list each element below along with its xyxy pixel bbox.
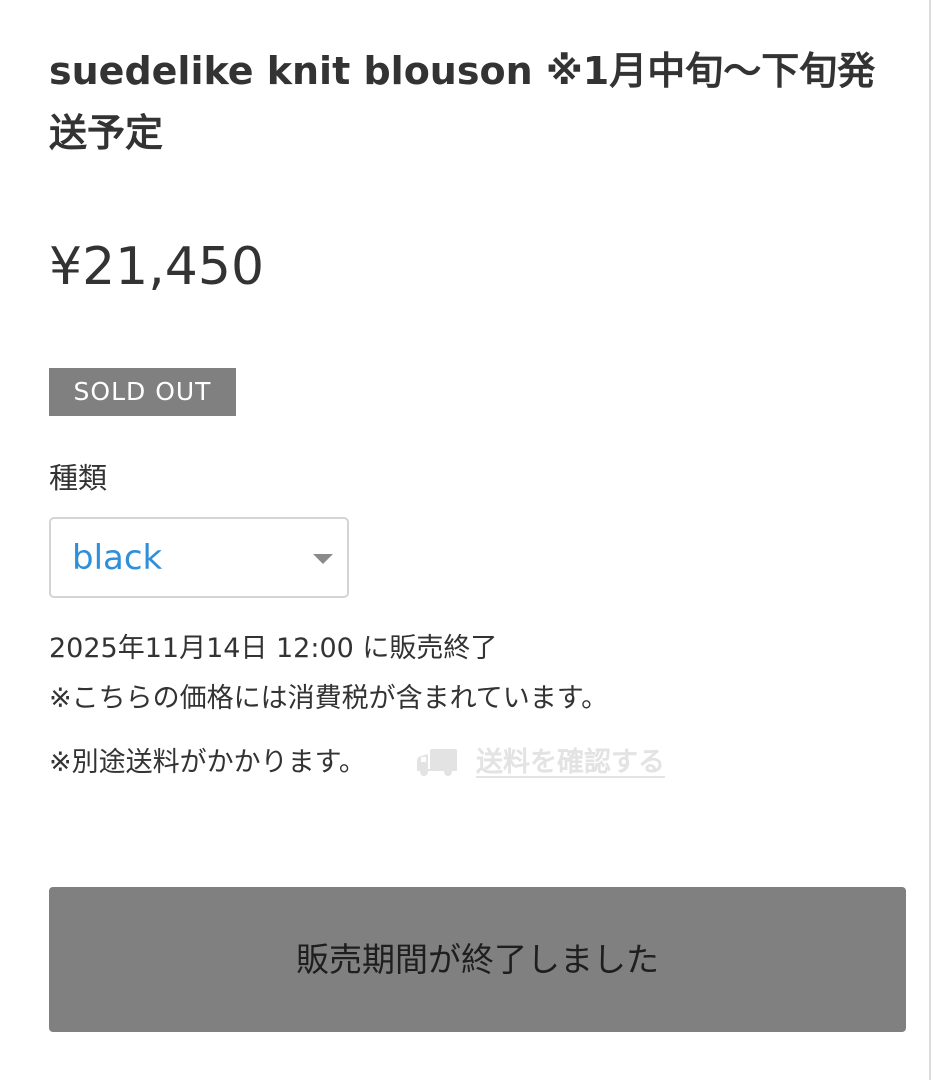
sale-ended-button[interactable]: 販売期間が終了しました	[49, 887, 906, 1032]
shipping-fee-link[interactable]: 送料を確認する	[476, 743, 665, 783]
variant-select[interactable]: black	[49, 517, 349, 598]
product-price: ¥21,450	[49, 237, 265, 297]
sale-end-date: 2025年11月14日 12:00 に販売終了	[49, 633, 498, 664]
shipping-note: ※別途送料がかかります。	[49, 747, 366, 778]
sold-out-badge: SOLD OUT	[49, 368, 236, 416]
truck-icon	[417, 749, 457, 776]
product-title: suedelike knit blouson ※1月中旬〜下旬発送予定	[49, 49, 876, 155]
variant-label: 種類	[49, 461, 108, 495]
tax-note: ※こちらの価格には消費税が含まれています。	[49, 683, 609, 714]
chevron-down-icon	[313, 554, 333, 564]
variant-selected-value: black	[72, 538, 163, 578]
